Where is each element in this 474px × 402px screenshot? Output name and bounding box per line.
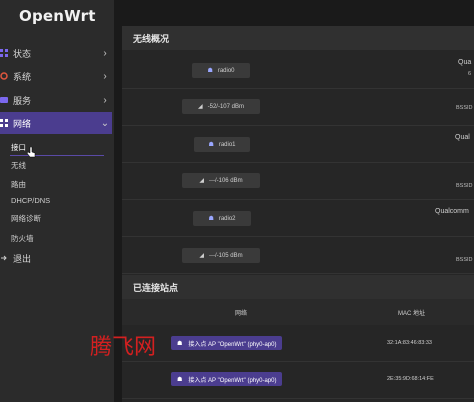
sidebar-subitem-diagnostics[interactable]: 网络诊断 <box>11 213 41 224</box>
network-badge[interactable]: ☗ 接入点 AP "OpenWrt" (phy0-ap0) <box>171 336 283 350</box>
radio-device-text: Qua <box>458 59 472 66</box>
sidebar-item-services[interactable]: 服务 › <box>0 89 112 111</box>
network-label: 接入点 AP "OpenWrt" (phy0-ap0) <box>188 377 277 384</box>
signal-badge: ◢ -52/-107 dBm <box>182 99 260 114</box>
sidebar-item-system[interactable]: 系统 › <box>0 65 112 87</box>
signal-badge: ◢ ---/-105 dBm <box>182 248 260 263</box>
col-mac: MAC 地址 <box>398 311 426 317</box>
radio-device-sub: 6 <box>468 71 472 77</box>
watermark: 腾飞网 <box>90 335 157 360</box>
signal-value: -52/-107 dBm <box>207 103 244 110</box>
radio-row: ☗ radio1 Qual <box>122 126 474 163</box>
signal-badge: ◢ ---/-106 dBm <box>182 173 260 188</box>
network-label: 接入点 AP "OpenWrt" (phy0-ap0) <box>188 341 277 348</box>
network-icon <box>0 119 8 127</box>
table-row: ☗ 接入点 AP "OpenWrt" (phy0-ap0) 32:1A:83:4… <box>122 325 474 362</box>
chevron-right-icon: › <box>103 47 107 59</box>
sidebar-subitem-firewall[interactable]: 防火墙 <box>11 233 34 244</box>
radio-device-text: Qualcomm <box>435 208 469 215</box>
radio-device-text: Qual <box>455 134 470 141</box>
status-grid-icon <box>0 49 8 57</box>
sidebar-item-label: 网络 <box>13 118 32 129</box>
sidebar-item-status[interactable]: 状态 › <box>0 42 112 64</box>
mac-address: 2E:35:9D:68:14:FE <box>387 376 434 382</box>
sidebar-item-label: 退出 <box>13 253 32 264</box>
sidebar-item-label: 系统 <box>13 71 32 82</box>
bssid-label: BSSID <box>456 257 473 263</box>
associated-stations-header: 已连接站点 <box>122 275 474 299</box>
signal-bars-icon: ◢ <box>199 178 204 184</box>
network-row: ◢ ---/-105 dBm BSSID <box>122 237 474 274</box>
wifi-icon: ☗ <box>208 142 214 148</box>
network-badge[interactable]: ☗ 接入点 AP "OpenWrt" (phy0-ap0) <box>171 372 283 386</box>
network-row: ◢ ---/-106 dBm BSSID <box>122 163 474 200</box>
radio-badge[interactable]: ☗ radio0 <box>192 63 250 78</box>
wifi-icon: ☗ <box>208 216 214 222</box>
table-row: ☗ 接入点 AP "OpenWrt" (phy0-ap0) 2E:35:9D:6… <box>122 362 474 399</box>
col-network: 网络 <box>235 311 248 317</box>
active-underline <box>10 155 104 156</box>
sidebar-item-label: 状态 <box>13 48 32 59</box>
radio-badge[interactable]: ☗ radio1 <box>194 137 250 152</box>
signal-bars-icon: ◢ <box>198 104 203 110</box>
signal-value: ---/-105 dBm <box>208 252 243 259</box>
network-row: ◢ -52/-107 dBm BSSID <box>122 89 474 126</box>
wireless-overview-header: 无线概况 <box>122 26 474 50</box>
radio-badge[interactable]: ☗ radio2 <box>193 211 251 226</box>
sidebar-subitem-wireless[interactable]: 无线 <box>11 160 26 171</box>
sidebar-item-logout[interactable]: 退出 <box>0 247 112 269</box>
mouse-cursor-icon <box>27 147 36 158</box>
bssid-label: BSSID <box>456 105 473 111</box>
signal-bars-icon: ◢ <box>199 253 204 259</box>
logout-icon <box>0 254 8 262</box>
signal-value: ---/-106 dBm <box>208 177 243 184</box>
radio-row: ☗ radio2 Qualcomm <box>122 200 474 237</box>
chevron-right-icon: › <box>103 70 107 82</box>
associated-table-header: 网络 MAC 地址 <box>122 299 474 325</box>
radio-name: radio0 <box>217 67 235 74</box>
radio-row: ☗ radio0 Qua 6 <box>122 52 474 89</box>
system-gear-icon <box>0 72 8 80</box>
brand-logo[interactable]: OpenWrt <box>19 7 96 25</box>
services-icon <box>0 96 8 104</box>
bssid-label: BSSID <box>456 183 473 189</box>
sidebar-subitem-routes[interactable]: 路由 <box>11 179 26 190</box>
sidebar-item-network[interactable]: 网络 ⌄ <box>0 112 112 134</box>
sidebar-subitem-dhcp-dns[interactable]: DHCP/DNS <box>11 196 50 205</box>
chevron-down-icon: ⌄ <box>100 117 110 129</box>
mac-address: 32:1A:83:46:83:33 <box>387 340 432 346</box>
sidebar-item-label: 服务 <box>13 95 32 106</box>
wifi-icon: ☗ <box>177 340 183 347</box>
sidebar-subitem-interfaces[interactable]: 接口 <box>11 142 26 153</box>
wifi-icon: ☗ <box>207 68 213 74</box>
chevron-right-icon: › <box>103 94 107 106</box>
radio-name: radio2 <box>218 215 236 222</box>
radio-name: radio1 <box>218 141 236 148</box>
wifi-icon: ☗ <box>177 376 183 383</box>
